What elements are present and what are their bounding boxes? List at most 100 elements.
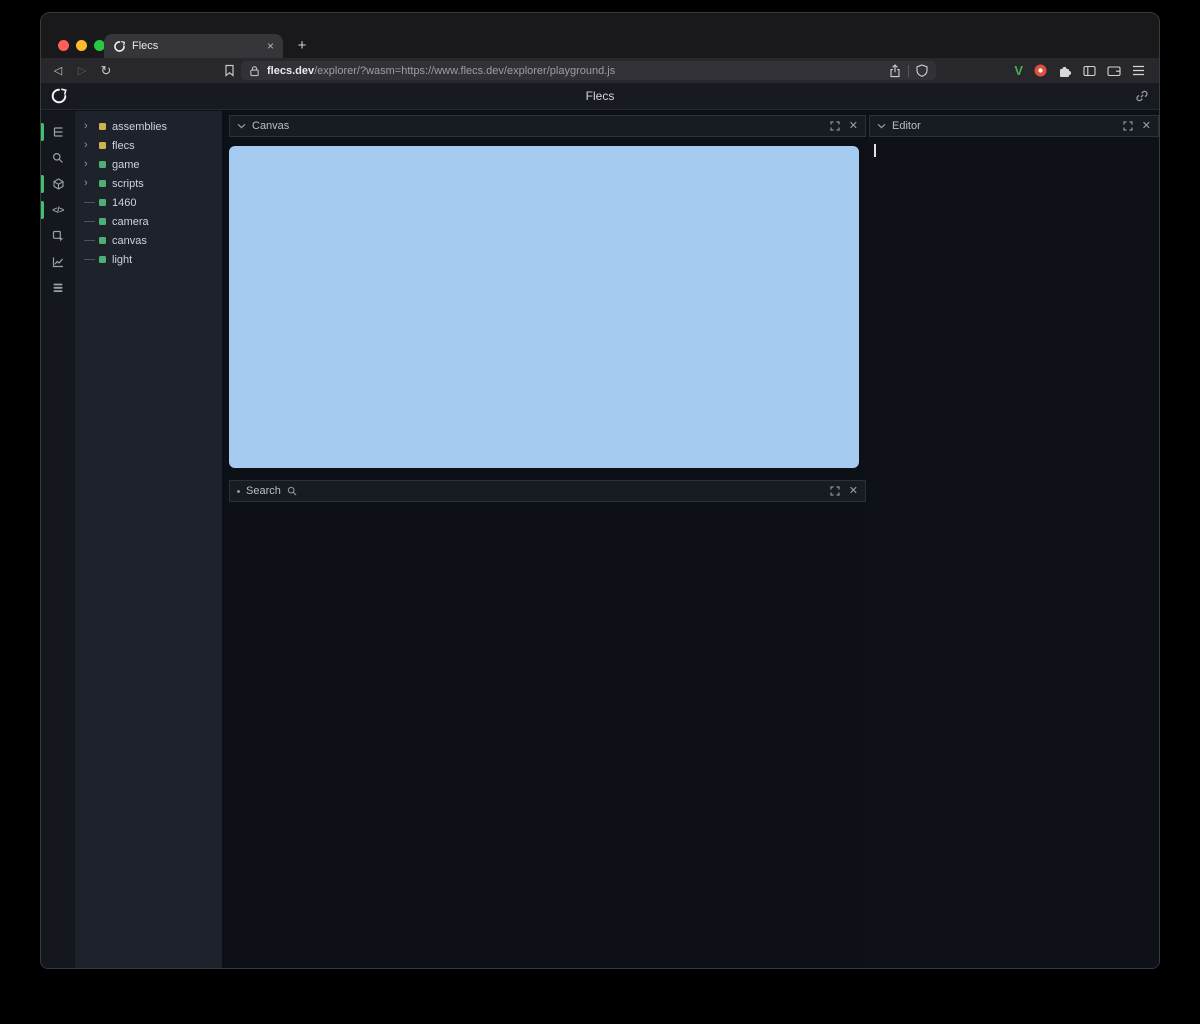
- sidebar-item-inspect[interactable]: [41, 223, 75, 249]
- back-icon: ◁: [54, 64, 62, 77]
- extension-v-button[interactable]: V: [1014, 63, 1023, 78]
- editor-panel-header[interactable]: Editor ✕: [869, 115, 1159, 137]
- tree-item-prefix: ›: [84, 121, 99, 132]
- back-button[interactable]: ◁: [49, 58, 67, 83]
- entity-tree-panel: › assemblies › flecs › game › scripts ›: [75, 111, 222, 968]
- search-icon: [287, 486, 297, 496]
- tree-item-prefix: ›: [84, 159, 99, 170]
- panel-title: Canvas: [252, 120, 289, 132]
- panel-title: Editor: [892, 120, 921, 132]
- tree-item-label: light: [112, 254, 132, 266]
- screen: Flecs × + ◁ ▷ ↻: [0, 0, 1200, 1024]
- text-cursor: [874, 144, 876, 157]
- sidebar-toggle-button[interactable]: [1083, 65, 1096, 77]
- search-panel: Search ✕: [229, 480, 866, 502]
- tree-item-label: camera: [112, 216, 149, 228]
- url-text: flecs.dev/explorer/?wasm=https://www.fle…: [267, 65, 615, 77]
- sidebar-item-code[interactable]: </>: [41, 197, 75, 223]
- bullet-icon: [237, 490, 240, 493]
- tree-item-prefix: ›: [84, 259, 99, 260]
- tree-item-label: canvas: [112, 235, 147, 247]
- wallet-button[interactable]: [1107, 65, 1121, 77]
- sidebar-item-entity-tree[interactable]: [41, 119, 75, 145]
- active-indicator: [41, 201, 44, 219]
- expand-panel-icon[interactable]: [1123, 121, 1133, 131]
- tree-item[interactable]: › flecs: [75, 136, 222, 155]
- tree-item[interactable]: › light: [75, 250, 222, 269]
- tree-expand-icon[interactable]: ›: [84, 140, 88, 151]
- tree-item-label: 1460: [112, 197, 136, 209]
- forward-button[interactable]: ▷: [73, 58, 91, 83]
- browser-window: Flecs × + ◁ ▷ ↻: [40, 12, 1160, 969]
- sidebar-item-tables[interactable]: [41, 275, 75, 301]
- traffic-lights: [58, 40, 105, 51]
- panel-title: Search: [246, 485, 281, 497]
- share-link-icon[interactable]: [1135, 89, 1149, 103]
- tree-item[interactable]: › scripts: [75, 174, 222, 193]
- tree-item-prefix: ›: [84, 240, 99, 241]
- chevron-down-icon: [237, 123, 246, 129]
- extension-red-circle-button[interactable]: [1034, 64, 1047, 77]
- tree-item-square: [99, 237, 106, 244]
- lock-icon: [249, 65, 260, 77]
- close-panel-icon[interactable]: ✕: [1142, 121, 1151, 132]
- close-panel-icon[interactable]: ✕: [849, 121, 858, 132]
- close-panel-icon[interactable]: ✕: [849, 486, 858, 497]
- sidebar-item-search[interactable]: [41, 145, 75, 171]
- sidebar-item-stats[interactable]: [41, 249, 75, 275]
- canvas-panel: Canvas ✕: [229, 115, 866, 468]
- extensions-puzzle-button[interactable]: [1058, 64, 1072, 78]
- new-tab-button[interactable]: +: [292, 36, 312, 56]
- panel-actions: ✕: [1123, 121, 1151, 132]
- entity-tree-icon: [52, 126, 65, 138]
- code-icon: </>: [52, 205, 64, 215]
- cube-icon: [52, 178, 65, 190]
- browser-tab[interactable]: Flecs ×: [104, 34, 283, 58]
- chart-icon: [52, 256, 65, 268]
- tree-item-square: [99, 180, 106, 187]
- editor-panel: Editor ✕: [869, 115, 1159, 968]
- expand-panel-icon[interactable]: [830, 121, 840, 131]
- tree-item[interactable]: › camera: [75, 212, 222, 231]
- tree-item[interactable]: › canvas: [75, 231, 222, 250]
- minimize-window-button[interactable]: [76, 40, 87, 51]
- url-bar[interactable]: flecs.dev/explorer/?wasm=https://www.fle…: [241, 61, 936, 80]
- tree-item-label: scripts: [112, 178, 144, 190]
- tab-favicon-flecs-icon: [113, 40, 126, 53]
- close-window-button[interactable]: [58, 40, 69, 51]
- tree-expand-icon[interactable]: ›: [84, 178, 88, 189]
- tree-item-square: [99, 199, 106, 206]
- tree-item[interactable]: › 1460: [75, 193, 222, 212]
- shield-button[interactable]: [916, 64, 928, 77]
- tab-close-icon[interactable]: ×: [267, 40, 274, 52]
- expand-panel-icon[interactable]: [830, 486, 840, 496]
- tree-item-prefix: ›: [84, 202, 99, 203]
- url-bar-actions: [889, 64, 928, 78]
- share-button[interactable]: [889, 64, 901, 78]
- editor-textarea[interactable]: [869, 137, 1159, 968]
- canvas-viewport[interactable]: [229, 146, 859, 468]
- tree-expand-icon[interactable]: ›: [84, 121, 88, 132]
- menu-button[interactable]: [1132, 65, 1145, 76]
- app-header: Flecs: [41, 83, 1159, 110]
- tree-item-prefix: ›: [84, 221, 99, 222]
- tree-item-label: flecs: [112, 140, 135, 152]
- tree-item[interactable]: › game: [75, 155, 222, 174]
- tree-expand-icon[interactable]: ›: [84, 159, 88, 170]
- flecs-explorer-app: Flecs: [41, 83, 1159, 968]
- forward-icon: ▷: [78, 64, 86, 77]
- sidebar-item-assets[interactable]: [41, 171, 75, 197]
- bookmark-button[interactable]: [220, 58, 238, 83]
- search-panel-header[interactable]: Search ✕: [229, 480, 866, 502]
- canvas-panel-header[interactable]: Canvas ✕: [229, 115, 866, 137]
- tree-item[interactable]: › assemblies: [75, 117, 222, 136]
- panel-actions: ✕: [830, 486, 858, 497]
- tree-branch-line: [84, 259, 95, 260]
- reload-button[interactable]: ↻: [97, 58, 115, 83]
- search-icon: [52, 152, 65, 164]
- tree-branch-line: [84, 221, 95, 222]
- tree-items: › assemblies › flecs › game › scripts ›: [75, 117, 222, 269]
- extensions-cluster: V: [1014, 58, 1145, 83]
- tree-item-label: game: [112, 159, 140, 171]
- chevron-down-icon: [877, 123, 886, 129]
